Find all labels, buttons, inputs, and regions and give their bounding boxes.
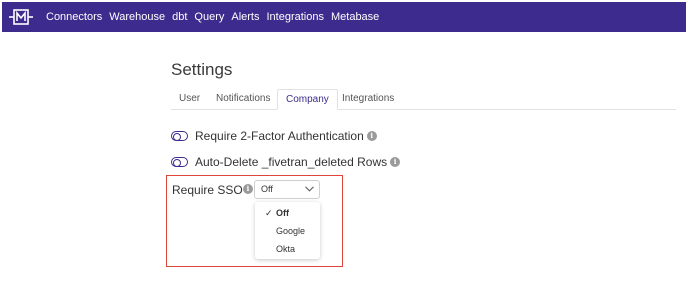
nav-item-query[interactable]: Query: [194, 11, 224, 23]
sso-option-label: Okta: [276, 244, 296, 254]
two-factor-setting: Require 2-Factor Authentication i: [171, 128, 377, 144]
nav-item-metabase[interactable]: Metabase: [331, 11, 379, 23]
auto-delete-toggle[interactable]: [171, 157, 188, 167]
top-navbar: Connectors Warehouse dbt Query Alerts In…: [2, 2, 686, 32]
nav-item-alerts[interactable]: Alerts: [231, 11, 259, 23]
nav-item-dbt[interactable]: dbt: [172, 11, 187, 23]
sso-label: Require SSO: [172, 183, 243, 197]
page-title: Settings: [171, 60, 233, 79]
sso-option-google[interactable]: Google: [255, 223, 320, 239]
info-icon[interactable]: i: [366, 131, 377, 141]
chevron-down-icon: [305, 186, 314, 192]
sso-select-value: Off: [261, 184, 273, 194]
two-factor-label: Require 2-Factor Authentication: [195, 129, 364, 143]
checkmark-icon: ✓: [265, 208, 273, 218]
info-icon[interactable]: i: [243, 184, 253, 194]
tab-notifications[interactable]: Notifications: [208, 89, 278, 110]
auto-delete-setting: Auto-Delete _fivetran_deleted Rows i: [171, 154, 401, 170]
settings-tabs: User Notifications Company Integrations: [171, 89, 676, 110]
sso-option-label: Google: [276, 226, 306, 236]
sso-option-okta[interactable]: Okta: [255, 241, 320, 257]
auto-delete-label: Auto-Delete _fivetran_deleted Rows: [195, 155, 388, 169]
tab-company[interactable]: Company: [277, 89, 338, 110]
nav-item-integrations[interactable]: Integrations: [267, 11, 324, 23]
nav-item-connectors[interactable]: Connectors: [46, 11, 102, 23]
logo-icon[interactable]: [9, 7, 33, 27]
nav-item-warehouse[interactable]: Warehouse: [109, 11, 165, 23]
sso-option-off[interactable]: ✓ Off: [255, 205, 320, 221]
sso-select[interactable]: Off: [254, 180, 320, 199]
sso-option-label: Off: [276, 208, 289, 218]
sso-dropdown-menu: ✓ Off Google Okta: [255, 202, 320, 259]
two-factor-toggle[interactable]: [171, 131, 188, 141]
tab-user[interactable]: User: [171, 89, 208, 110]
info-icon[interactable]: i: [390, 157, 401, 167]
tab-integrations[interactable]: Integrations: [334, 89, 402, 110]
